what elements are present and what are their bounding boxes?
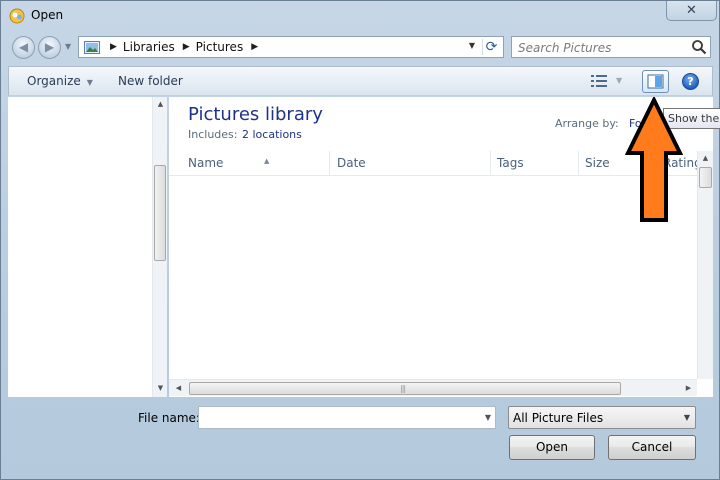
arrow-right-icon: ▶ xyxy=(44,40,55,54)
breadcrumb-libraries[interactable]: Libraries xyxy=(123,40,175,54)
includes-label: Includes: xyxy=(188,128,238,141)
search-input[interactable] xyxy=(518,40,678,55)
column-date[interactable]: Date xyxy=(331,151,491,176)
horizontal-scroll-thumb[interactable]: ||| xyxy=(189,382,621,395)
arrange-by-label: Arrange by: xyxy=(555,117,619,130)
view-options-dropdown-icon[interactable]: ▼ xyxy=(616,76,622,85)
file-type-select[interactable]: All Picture Files ▼ xyxy=(508,406,696,429)
file-name-combo[interactable]: ▼ xyxy=(198,406,496,429)
scroll-up-icon[interactable]: ▲ xyxy=(153,97,168,112)
file-name-label: File name: xyxy=(138,411,200,425)
column-size-label: Size xyxy=(585,156,610,170)
chevron-down-icon: ▼ xyxy=(86,78,93,87)
window-title: Open xyxy=(31,8,64,22)
open-dialog-window: Open ✕ ◀ ▶ ▼ ▶ Libraries ▶ Pictures ▶ ▼ … xyxy=(0,0,720,480)
help-button[interactable]: ? xyxy=(682,73,699,90)
includes-locations-link[interactable]: 2 locations xyxy=(242,128,302,141)
help-icon: ? xyxy=(687,75,694,88)
scroll-left-icon[interactable]: ◀ xyxy=(171,381,186,396)
arrow-left-icon: ◀ xyxy=(18,40,29,54)
column-header-row: Name ▲ Date Tags Size Rating xyxy=(169,151,697,176)
file-list-vertical-scrollbar[interactable]: ▲ xyxy=(697,151,713,379)
scroll-up-icon[interactable]: ▲ xyxy=(698,151,713,166)
column-name-label: Name xyxy=(188,156,224,170)
file-type-value: All Picture Files xyxy=(513,411,604,425)
forward-button[interactable]: ▶ xyxy=(38,36,61,59)
column-tags-label: Tags xyxy=(497,156,524,170)
sort-ascending-icon: ▲ xyxy=(264,157,270,165)
refresh-icon[interactable]: ⟳ xyxy=(482,39,500,55)
column-tags[interactable]: Tags xyxy=(491,151,579,176)
preview-pane-button[interactable] xyxy=(642,70,669,93)
column-name[interactable]: Name ▲ xyxy=(182,151,330,176)
recent-locations-dropdown[interactable]: ▼ xyxy=(65,42,71,51)
organize-menu[interactable]: Organize ▼ xyxy=(27,74,93,88)
command-bar: Organize ▼ New folder ▼ ? xyxy=(8,66,713,96)
scroll-down-icon[interactable]: ▼ xyxy=(153,381,168,396)
vertical-scroll-thumb[interactable] xyxy=(699,167,712,188)
breadcrumb-separator-icon[interactable]: ▶ xyxy=(183,42,190,52)
navigation-pane[interactable] xyxy=(8,97,167,397)
file-name-input[interactable] xyxy=(203,410,473,425)
breadcrumb-separator-icon[interactable]: ▶ xyxy=(110,42,117,52)
app-icon xyxy=(9,8,25,24)
address-dropdown-icon[interactable]: ▼ xyxy=(469,41,475,50)
new-folder-button[interactable]: New folder xyxy=(118,74,183,88)
close-button[interactable]: ✕ xyxy=(666,1,717,21)
file-list-horizontal-scrollbar[interactable]: ◀ ||| ▶ xyxy=(169,379,697,396)
organize-label: Organize xyxy=(27,74,81,88)
search-icon[interactable] xyxy=(691,39,707,55)
address-bar[interactable]: ▶ Libraries ▶ Pictures ▶ ▼ ⟳ xyxy=(78,36,504,58)
search-box[interactable] xyxy=(511,36,711,58)
navigation-scroll-thumb[interactable] xyxy=(154,165,166,261)
preview-pane-icon xyxy=(647,74,664,89)
back-button[interactable]: ◀ xyxy=(12,36,35,59)
navigation-scrollbar[interactable]: ▲ ▼ xyxy=(152,97,167,397)
file-name-dropdown-icon[interactable]: ▼ xyxy=(485,413,491,422)
breadcrumb-separator-icon[interactable]: ▶ xyxy=(251,42,258,52)
annotation-arrow-up-icon xyxy=(625,97,683,222)
chevron-down-icon: ▼ xyxy=(683,413,690,422)
breadcrumb-pictures[interactable]: Pictures xyxy=(196,40,244,54)
title-bar: Open ✕ xyxy=(1,1,719,31)
cancel-button[interactable]: Cancel xyxy=(608,435,696,460)
scroll-grip-icon: ||| xyxy=(400,384,406,393)
scroll-right-icon[interactable]: ▶ xyxy=(681,381,696,396)
column-date-label: Date xyxy=(337,156,366,170)
library-title: Pictures library xyxy=(188,104,323,125)
close-icon: ✕ xyxy=(686,3,697,18)
open-button[interactable]: Open xyxy=(509,435,595,460)
change-view-icon[interactable] xyxy=(591,75,607,87)
pictures-library-icon xyxy=(84,40,100,54)
